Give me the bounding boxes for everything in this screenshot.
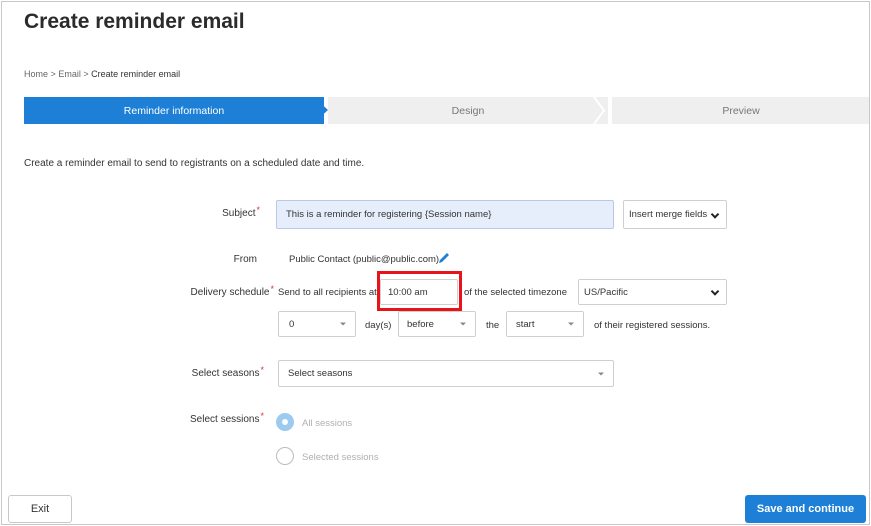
days-label: day(s)	[365, 320, 392, 331]
step-design[interactable]: Design	[328, 97, 608, 124]
breadcrumb-separator: >	[50, 69, 56, 79]
the-label: the	[486, 320, 500, 331]
relation-value: before	[407, 318, 434, 330]
caret-down-icon	[568, 322, 574, 326]
days-select[interactable]: 0	[278, 311, 356, 337]
timezone-select[interactable]: US/Pacific	[578, 279, 727, 305]
delivery-schedule-label: Delivery schedule*	[190, 284, 274, 298]
merge-fields-label: Insert merge fields	[629, 209, 708, 220]
seasons-placeholder: Select seasons	[288, 368, 353, 379]
step-active-arrow	[314, 97, 328, 123]
subject-input[interactable]: This is a reminder for registering {Sess…	[276, 200, 614, 229]
select-sessions-label: Select sessions*	[190, 411, 264, 425]
step-separator-icon	[593, 97, 606, 124]
breadcrumb-email[interactable]: Email	[58, 69, 81, 79]
radio-all-sessions[interactable]	[276, 413, 294, 431]
save-and-continue-button[interactable]: Save and continue	[745, 495, 866, 523]
from-label: From	[233, 254, 257, 265]
from-value: Public Contact (public@public.com)	[289, 254, 440, 265]
caret-down-icon	[340, 322, 346, 326]
step-preview[interactable]: Preview	[612, 97, 869, 124]
step-reminder-information[interactable]: Reminder information	[24, 97, 324, 124]
radio-selected-sessions[interactable]	[276, 447, 294, 465]
timezone-value: US/Pacific	[584, 286, 628, 298]
days-value: 0	[289, 318, 295, 330]
step-label: Reminder information	[123, 104, 225, 117]
insert-merge-fields-button[interactable]: Insert merge fields	[623, 200, 727, 229]
chevron-down-icon	[710, 287, 720, 296]
delivery-prefix-text: Send to all recipients at	[278, 287, 377, 298]
chevron-down-icon	[710, 209, 720, 219]
exit-button[interactable]: Exit	[8, 495, 72, 523]
timezone-text: of the selected timezone	[464, 287, 567, 298]
page-title: Create reminder email	[24, 10, 245, 33]
caret-down-icon	[460, 322, 466, 326]
pencil-icon[interactable]	[437, 251, 451, 265]
breadcrumb: Home > Email > Create reminder email	[24, 69, 180, 79]
breadcrumb-current: Create reminder email	[91, 69, 181, 79]
step-label: Design	[451, 104, 485, 117]
breadcrumb-separator: >	[83, 69, 89, 79]
anchor-select[interactable]: start	[506, 311, 584, 337]
radio-all-sessions-label: All sessions	[302, 418, 353, 429]
caret-down-icon	[598, 372, 604, 375]
relation-select[interactable]: before	[398, 311, 476, 337]
step-label: Preview	[722, 104, 760, 117]
intro-text: Create a reminder email to send to regis…	[24, 158, 365, 169]
page-frame: Create reminder email Home > Email > Cre…	[1, 1, 870, 525]
wizard-steps: Reminder information Design Preview	[24, 97, 869, 124]
seasons-select[interactable]: Select seasons	[278, 360, 614, 387]
select-seasons-label: Select seasons*	[191, 365, 264, 379]
breadcrumb-home[interactable]: Home	[24, 69, 48, 79]
delivery-suffix-text: of their registered sessions.	[594, 320, 711, 331]
radio-selected-sessions-label: Selected sessions	[302, 452, 379, 463]
anchor-value: start	[516, 318, 535, 330]
time-highlight-box	[377, 271, 462, 311]
subject-label: Subject*	[222, 205, 260, 219]
